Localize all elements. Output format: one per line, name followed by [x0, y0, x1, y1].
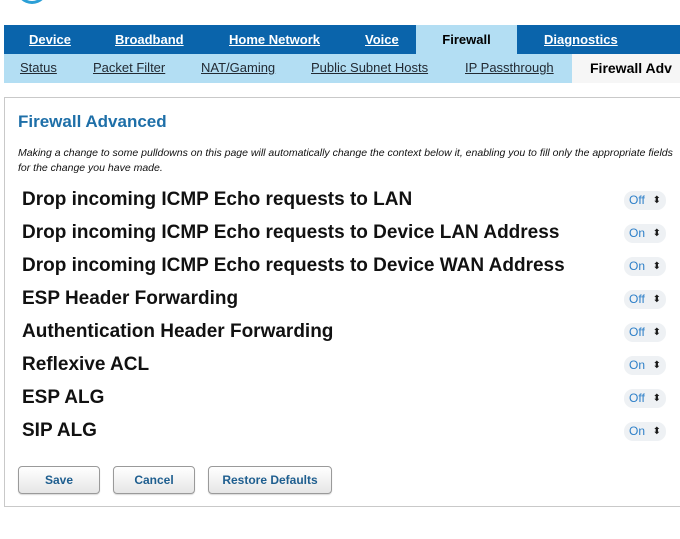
firewall-advanced-panel: Firewall Advanced Making a change to som…: [4, 97, 680, 507]
select-value: On: [629, 358, 646, 372]
main-nav: Device Broadband Home Network Voice Fire…: [4, 25, 680, 54]
globe-logo-icon: [16, 0, 48, 4]
setting-label: ESP ALG: [22, 387, 105, 408]
esp-alg-select[interactable]: Off ⬍: [624, 389, 666, 408]
setting-row-auth-header: Authentication Header Forwarding Off ⬍: [22, 318, 672, 348]
subtab-firewall-advanced[interactable]: Firewall Adv: [572, 54, 680, 83]
select-value: Off: [629, 292, 645, 306]
subtab-ip-passthrough[interactable]: IP Passthrough: [465, 54, 554, 83]
auth-header-select[interactable]: Off ⬍: [624, 323, 666, 342]
select-value: On: [629, 259, 646, 273]
tab-diagnostics[interactable]: Diagnostics: [544, 25, 618, 54]
setting-row-icmp-device-lan: Drop incoming ICMP Echo requests to Devi…: [22, 219, 672, 249]
icmp-device-lan-select[interactable]: On ⬍: [624, 224, 666, 243]
select-value: Off: [629, 391, 645, 405]
setting-row-icmp-device-wan: Drop incoming ICMP Echo requests to Devi…: [22, 252, 672, 282]
setting-row-esp-alg: ESP ALG Off ⬍: [22, 384, 672, 414]
setting-label: SIP ALG: [22, 420, 97, 441]
reflexive-acl-select[interactable]: On ⬍: [624, 356, 666, 375]
setting-row-esp-header: ESP Header Forwarding Off ⬍: [22, 285, 672, 315]
tab-firewall[interactable]: Firewall: [416, 25, 517, 54]
setting-label: Reflexive ACL: [22, 354, 150, 375]
setting-label: ESP Header Forwarding: [22, 288, 239, 309]
setting-label: Authentication Header Forwarding: [22, 321, 334, 342]
subtab-packet-filter[interactable]: Packet Filter: [93, 54, 165, 83]
save-button[interactable]: Save: [18, 466, 100, 494]
sub-nav: Status Packet Filter NAT/Gaming Public S…: [4, 54, 680, 83]
select-value: On: [629, 226, 646, 240]
setting-label: Drop incoming ICMP Echo requests to LAN: [22, 189, 413, 210]
setting-row-sip-alg: SIP ALG On ⬍: [22, 417, 672, 447]
cancel-button[interactable]: Cancel: [113, 466, 195, 494]
chevron-updown-icon: ⬍: [652, 426, 661, 437]
sip-alg-select[interactable]: On ⬍: [624, 422, 666, 441]
chevron-updown-icon: ⬍: [652, 294, 661, 305]
restore-defaults-button[interactable]: Restore Defaults: [208, 466, 332, 494]
setting-label: Drop incoming ICMP Echo requests to Devi…: [22, 255, 565, 276]
top-header: [0, 0, 680, 25]
subtab-public-subnet-hosts[interactable]: Public Subnet Hosts: [311, 54, 428, 83]
icmp-lan-select[interactable]: Off ⬍: [624, 191, 666, 210]
chevron-updown-icon: ⬍: [652, 261, 661, 272]
tab-broadband[interactable]: Broadband: [115, 25, 184, 54]
icmp-device-wan-select[interactable]: On ⬍: [624, 257, 666, 276]
select-value: Off: [629, 325, 645, 339]
page-title: Firewall Advanced: [18, 112, 167, 131]
subtab-nat-gaming[interactable]: NAT/Gaming: [201, 54, 275, 83]
chevron-updown-icon: ⬍: [652, 393, 661, 404]
setting-row-icmp-lan: Drop incoming ICMP Echo requests to LAN …: [22, 186, 672, 216]
tab-home-network[interactable]: Home Network: [229, 25, 320, 54]
help-text: Making a change to some pulldowns on thi…: [18, 147, 673, 174]
tab-voice[interactable]: Voice: [365, 25, 399, 54]
select-value: On: [629, 424, 646, 438]
setting-row-reflexive-acl: Reflexive ACL On ⬍: [22, 351, 672, 381]
tab-device[interactable]: Device: [29, 25, 71, 54]
setting-label: Drop incoming ICMP Echo requests to Devi…: [22, 222, 560, 243]
subtab-status[interactable]: Status: [20, 54, 57, 83]
chevron-updown-icon: ⬍: [652, 228, 661, 239]
chevron-updown-icon: ⬍: [652, 327, 661, 338]
chevron-updown-icon: ⬍: [652, 195, 661, 206]
chevron-updown-icon: ⬍: [652, 360, 661, 371]
select-value: Off: [629, 193, 645, 207]
esp-header-select[interactable]: Off ⬍: [624, 290, 666, 309]
